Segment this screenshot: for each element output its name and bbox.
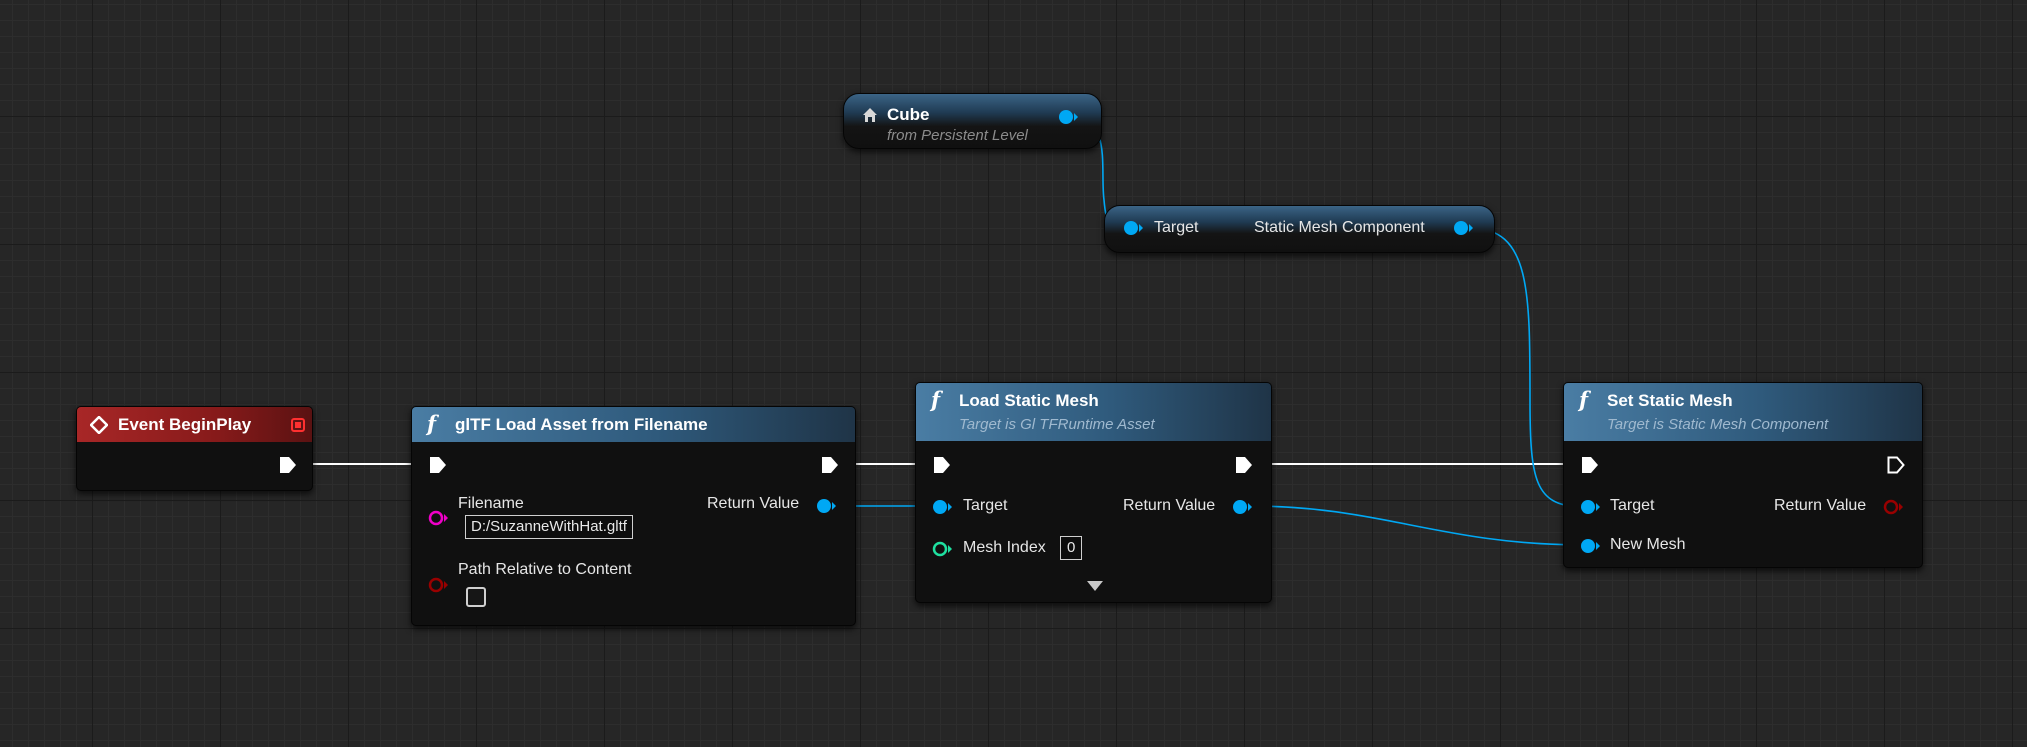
get-static-mesh-component-node[interactable]: Target Static Mesh Component (1104, 205, 1495, 253)
string-input-pin[interactable] (428, 510, 448, 526)
target-input-pin[interactable] (1123, 220, 1143, 236)
expand-arrow-icon[interactable] (1086, 580, 1104, 592)
data-wire (1249, 505, 1581, 546)
node-title: Set Static Mesh (1607, 391, 1733, 410)
node-title: Load Static Mesh (959, 391, 1099, 410)
event-beginplay-node[interactable]: Event BeginPlay (76, 406, 313, 491)
load-static-mesh-node[interactable]: f Load Static Mesh Target is Gl TFRuntim… (915, 382, 1272, 603)
exec-input-pin[interactable] (1580, 455, 1600, 475)
target-label: Target (963, 497, 1008, 514)
function-icon: f (1579, 387, 1589, 412)
exec-output-pin[interactable] (1886, 455, 1906, 475)
path-relative-label: Path Relative to Content (458, 561, 632, 578)
exec-output-pin[interactable] (820, 455, 840, 475)
mesh-index-label: Mesh Index (963, 539, 1046, 556)
return-value-label: Return Value (1774, 497, 1867, 514)
filename-label: Filename (458, 495, 524, 512)
event-diamond-icon (90, 416, 108, 434)
new-mesh-input-pin[interactable] (1580, 538, 1600, 554)
target-label: Target (1154, 219, 1199, 236)
actor-house-icon (863, 108, 877, 122)
node-title: Event BeginPlay (118, 415, 252, 434)
object-output-pin[interactable] (816, 498, 836, 514)
new-mesh-label: New Mesh (1610, 536, 1686, 553)
function-icon: f (931, 387, 941, 412)
target-input-pin[interactable] (932, 499, 952, 515)
node-subtitle: Target is Static Mesh Component (1607, 416, 1829, 433)
exec-input-pin[interactable] (932, 455, 952, 475)
exec-output-pin[interactable] (278, 455, 298, 475)
static-mesh-component-label: Static Mesh Component (1254, 219, 1425, 236)
node-title: glTF Load Asset from Filename (455, 415, 708, 434)
int-input-pin[interactable] (932, 541, 952, 557)
path-relative-checkbox[interactable] (466, 587, 486, 607)
target-label: Target (1610, 497, 1655, 514)
target-input-pin[interactable] (1580, 499, 1600, 515)
node-title: Cube (887, 105, 930, 124)
object-output-pin[interactable] (1453, 220, 1473, 236)
node-subtitle: from Persistent Level (887, 127, 1028, 144)
exec-input-pin[interactable] (428, 455, 448, 475)
bool-output-pin[interactable] (1883, 499, 1903, 515)
filename-input[interactable]: D:/SuzanneWithHat.gltf (465, 515, 633, 539)
delegate-pin-icon[interactable] (290, 417, 306, 433)
cube-reference-node[interactable]: Cube from Persistent Level (843, 93, 1102, 149)
object-output-pin[interactable] (1058, 109, 1078, 125)
gltf-load-asset-node[interactable]: f glTF Load Asset from Filename Filename… (411, 406, 856, 626)
set-static-mesh-node[interactable]: f Set Static Mesh Target is Static Mesh … (1563, 382, 1923, 568)
node-subtitle: Target is Gl TFRuntime Asset (959, 416, 1155, 433)
object-output-pin[interactable] (1232, 499, 1252, 515)
return-value-label: Return Value (707, 495, 800, 512)
mesh-index-input[interactable]: 0 (1060, 536, 1083, 560)
exec-output-pin[interactable] (1234, 455, 1254, 475)
bool-input-pin[interactable] (428, 577, 448, 593)
function-icon: f (427, 411, 437, 436)
return-value-label: Return Value (1123, 497, 1216, 514)
